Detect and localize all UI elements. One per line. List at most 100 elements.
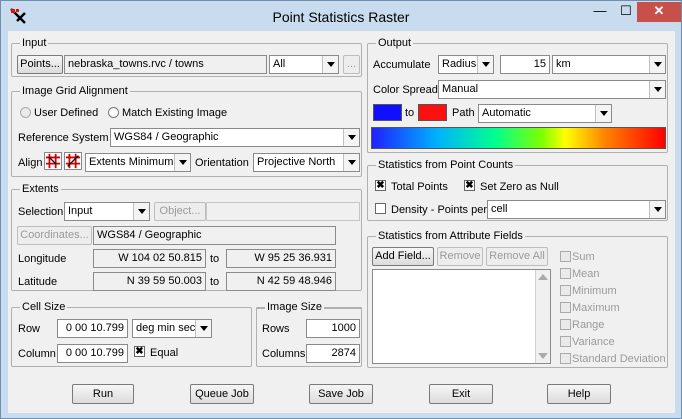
row-size-field[interactable]: 0 00 10.799 bbox=[57, 319, 128, 338]
minimize-button[interactable]: — bbox=[587, 2, 613, 22]
point-filter-select[interactable]: All bbox=[269, 55, 339, 74]
window-title: Point Statistics Raster bbox=[272, 9, 410, 25]
stat-label: Range bbox=[572, 319, 605, 331]
longitude-to-label: to bbox=[210, 253, 220, 265]
browse-button[interactable]: ... bbox=[343, 55, 360, 74]
selection-label: Selection bbox=[18, 206, 64, 218]
chevron-down-icon bbox=[477, 56, 493, 73]
chevron-down-icon bbox=[343, 154, 359, 171]
close-button[interactable]: ✕ bbox=[637, 2, 681, 22]
dialog-window: Point Statistics Raster — ☐ ✕ Input Poin… bbox=[0, 0, 682, 419]
user-defined-label: User Defined bbox=[34, 107, 99, 119]
remove-button[interactable]: Remove bbox=[437, 247, 483, 266]
user-defined-radio[interactable] bbox=[20, 107, 31, 118]
run-button[interactable]: Run bbox=[72, 384, 134, 404]
to-color-swatch[interactable] bbox=[418, 104, 447, 121]
radius-field[interactable]: 15 bbox=[500, 55, 550, 74]
align-select[interactable]: Extents Minimum bbox=[85, 153, 191, 172]
orientation-value: Projective North bbox=[257, 156, 336, 168]
chevron-down-icon bbox=[174, 154, 190, 171]
chevron-down-icon bbox=[649, 201, 665, 218]
object-button[interactable]: Object... bbox=[154, 202, 206, 221]
radius-unit-select[interactable]: km bbox=[552, 55, 666, 74]
reference-system-select[interactable]: WGS84 / Geographic bbox=[110, 128, 360, 147]
match-existing-radio[interactable] bbox=[108, 107, 119, 118]
row-label: Row bbox=[18, 323, 41, 335]
attribute-fields-group-label: Statistics from Attribute Fields bbox=[376, 230, 525, 243]
longitude-to-field[interactable]: W 95 25 36.931 bbox=[226, 249, 336, 268]
add-field-button[interactable]: Add Field... bbox=[372, 247, 434, 266]
align-grid-icon[interactable] bbox=[44, 152, 62, 170]
zero-null-checkbox[interactable]: ✖ bbox=[464, 180, 475, 191]
equal-checkbox[interactable]: ✖ bbox=[134, 346, 145, 357]
latitude-from-field[interactable]: N 39 59 50.003 bbox=[93, 272, 206, 291]
column-label: Column bbox=[18, 348, 56, 360]
color-spread-select[interactable]: Manual bbox=[438, 80, 666, 99]
stat-label: Minimum bbox=[572, 285, 617, 297]
accumulate-select[interactable]: Radius bbox=[438, 55, 494, 74]
latitude-to-label: to bbox=[210, 276, 220, 288]
color-ramp bbox=[371, 127, 666, 149]
chevron-down-icon bbox=[133, 203, 149, 220]
cell-unit-select[interactable]: deg min sec bbox=[132, 319, 212, 338]
to-label: to bbox=[405, 107, 415, 119]
remove-all-button[interactable]: Remove All bbox=[486, 247, 548, 266]
total-points-label: Total Points bbox=[391, 181, 448, 193]
scroll-down-icon[interactable] bbox=[538, 353, 548, 359]
cell-unit-value: deg min sec bbox=[136, 322, 196, 334]
density-label: Density - Points per bbox=[391, 204, 487, 216]
latitude-to-field[interactable]: N 42 59 48.946 bbox=[226, 272, 336, 291]
stat-label: Sum bbox=[572, 251, 595, 263]
coordinates-button[interactable]: Coordinates... bbox=[17, 226, 92, 245]
maximize-button[interactable]: ☐ bbox=[613, 2, 639, 22]
exit-button[interactable]: Exit bbox=[429, 384, 493, 404]
density-checkbox[interactable] bbox=[375, 203, 386, 214]
chevron-down-icon bbox=[595, 105, 611, 122]
total-points-checkbox[interactable]: ✖ bbox=[375, 180, 386, 191]
stat-label: Maximum bbox=[572, 302, 620, 314]
density-unit-value: cell bbox=[491, 203, 508, 215]
checkmark-icon: ✖ bbox=[376, 180, 385, 191]
stat-checkbox[interactable] bbox=[560, 302, 571, 313]
cell-size-group-label: Cell Size bbox=[20, 301, 68, 314]
reference-system-value: WGS84 / Geographic bbox=[114, 131, 219, 143]
checkmark-icon: ✖ bbox=[135, 346, 144, 357]
zero-null-label: Set Zero as Null bbox=[480, 181, 559, 193]
queue-job-button[interactable]: Queue Job bbox=[190, 384, 254, 404]
stat-checkbox[interactable] bbox=[560, 319, 571, 330]
chevron-down-icon bbox=[649, 81, 665, 98]
stat-checkbox[interactable] bbox=[560, 285, 571, 296]
stat-checkbox[interactable] bbox=[560, 353, 571, 364]
save-job-button[interactable]: Save Job bbox=[309, 384, 373, 404]
point-counts-group-label: Statistics from Point Counts bbox=[376, 159, 516, 172]
help-button[interactable]: Help bbox=[547, 384, 611, 404]
points-button[interactable]: Points... bbox=[17, 55, 63, 74]
orientation-select[interactable]: Projective North bbox=[253, 153, 360, 172]
extents-group-label: Extents bbox=[20, 183, 61, 196]
path-select[interactable]: Automatic bbox=[478, 104, 612, 123]
stat-checkbox[interactable] bbox=[560, 268, 571, 279]
stat-checkbox[interactable] bbox=[560, 336, 571, 347]
selection-value: Input bbox=[68, 205, 93, 217]
columns-field[interactable]: 2874 bbox=[306, 344, 360, 363]
columns-label: Columns bbox=[262, 348, 306, 360]
attribute-field-list[interactable] bbox=[372, 269, 551, 364]
image-size-group-label: Image Size bbox=[265, 301, 325, 314]
from-color-swatch[interactable] bbox=[373, 104, 402, 121]
stat-checkbox[interactable] bbox=[560, 251, 571, 262]
rows-field[interactable]: 1000 bbox=[306, 319, 360, 338]
selection-select[interactable]: Input bbox=[64, 202, 150, 221]
chevron-down-icon bbox=[649, 56, 665, 73]
input-group-label: Input bbox=[20, 37, 49, 50]
density-unit-select[interactable]: cell bbox=[487, 200, 666, 219]
object-field bbox=[206, 202, 360, 221]
column-size-field[interactable]: 0 00 10.799 bbox=[57, 344, 128, 363]
title-bar[interactable]: Point Statistics Raster — ☐ ✕ bbox=[1, 1, 681, 31]
chevron-down-icon bbox=[195, 320, 211, 337]
list-scrollbar[interactable] bbox=[535, 270, 550, 363]
chevron-down-icon bbox=[343, 129, 359, 146]
longitude-from-field[interactable]: W 104 02 50.815 bbox=[93, 249, 206, 268]
color-spread-label: Color Spread bbox=[373, 84, 438, 96]
align-grid-alt-icon[interactable] bbox=[64, 152, 82, 170]
scroll-up-icon[interactable] bbox=[538, 274, 548, 280]
